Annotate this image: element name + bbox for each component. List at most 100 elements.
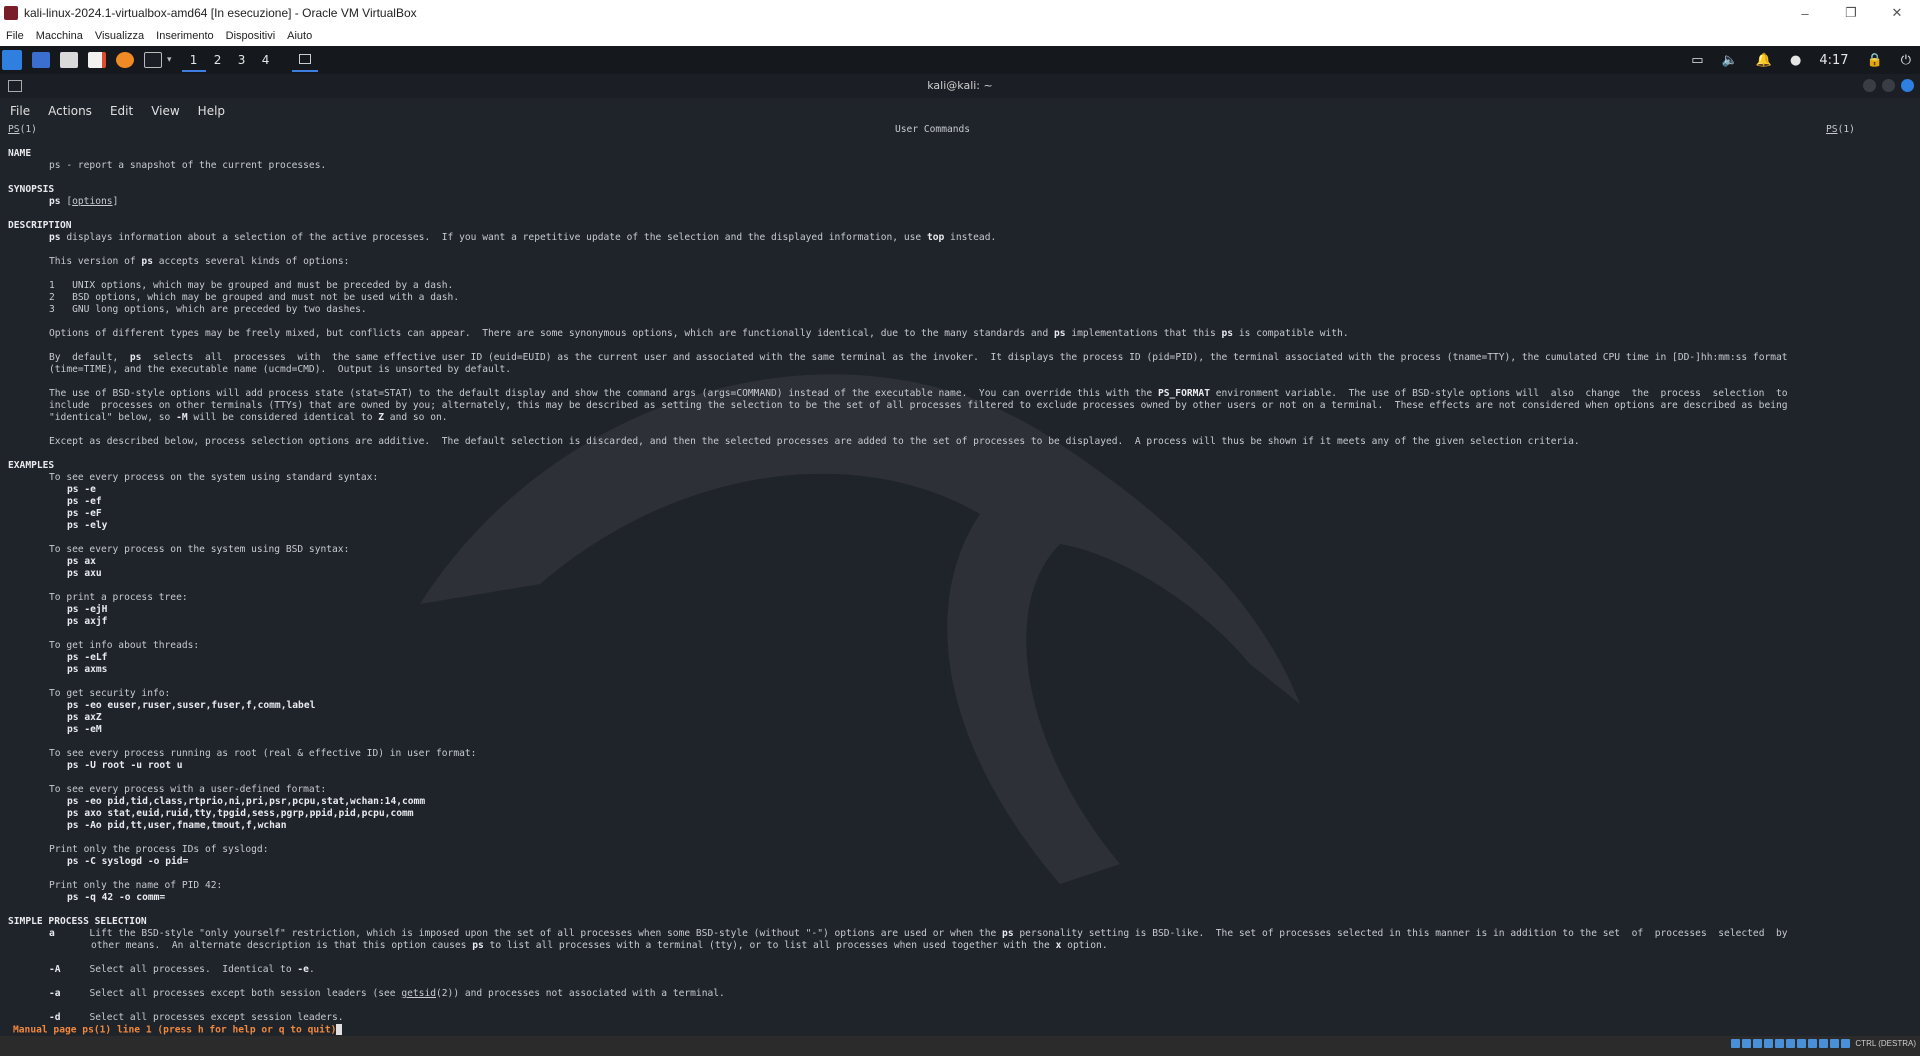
close-button[interactable]: ✕ [1874,0,1920,26]
example-heading-pid42: Print only the name of PID 42: [49,880,223,891]
workspace-2[interactable]: 2 [206,53,230,67]
option-d: -d Select all processes except session l… [49,1012,344,1023]
display-icon[interactable]: ▭ [1691,53,1703,68]
term-menu-edit[interactable]: Edit [100,104,141,118]
mouse-integration-icon[interactable] [1830,1039,1840,1048]
description-para-6: Except as described below, process selec… [49,436,1580,447]
example-heading-syslogd: Print only the process IDs of syslogd: [49,844,269,855]
vb-menu-view[interactable]: Visualizza [89,30,150,42]
option-kind-3: 3 GNU long options, which are preceded b… [49,304,367,315]
terminal-icon[interactable] [144,52,162,68]
example-cmd: ps axZ [67,712,102,723]
example-heading-root: To see every process running as root (re… [49,748,477,759]
pager-status-text: Manual page ps(1) line 1 (press h for he… [13,1024,337,1036]
terminal-title: kali@kali: ~ [927,79,993,92]
man-header-left: PS(1) [8,124,37,136]
virtualbox-title-bar: kali-linux-2024.1-virtualbox-amd64 [In e… [0,0,1920,26]
terminal-window-icon [298,54,311,64]
host-status-bar: CTRL (DESTRA) [0,1036,1920,1056]
example-cmd: ps -Ao pid,tt,user,fname,tmout,f,wchan [67,820,287,831]
vb-menu-file[interactable]: File [0,30,30,42]
cpu-icon[interactable] [1819,1039,1829,1048]
option-kind-1: 1 UNIX options, which may be grouped and… [49,280,454,291]
clock[interactable]: 4:17 [1819,53,1848,68]
lock-icon[interactable]: 🔒 [1867,53,1883,68]
description-para-5c: "identical" below, so -M will be conside… [49,412,448,423]
virtualbox-status-icons: CTRL (DESTRA) [1730,1039,1916,1048]
hdd-icon[interactable] [1731,1039,1741,1048]
example-cmd: ps ax [67,556,96,567]
workspace-4[interactable]: 4 [254,53,278,67]
pager-status-line: Manual page ps(1) line 1 (press h for he… [13,1024,343,1036]
term-menu-help[interactable]: Help [188,104,233,118]
volume-icon[interactable]: 🔈 [1722,53,1738,68]
name-text: ps - report a snapshot of the current pr… [49,160,327,171]
man-header-left-name[interactable]: PS [8,124,20,135]
recording-icon[interactable] [1808,1039,1818,1048]
example-cmd: ps -eM [67,724,102,735]
example-cmd: ps -q 42 -o comm= [67,892,166,903]
text-cursor [336,1024,343,1035]
terminal-output[interactable]: PS(1) User Commands PS(1) NAME ps - repo… [0,124,1920,1036]
example-cmd: ps -eo pid,tid,class,rtprio,ni,pri,psr,p… [67,796,426,807]
example-cmd: ps -e [67,484,96,495]
man-header-right-name[interactable]: PS [1826,124,1838,135]
kali-dragon-watermark [420,374,1300,884]
description-para-4a: By default, ps selects all processes wit… [49,352,1788,363]
example-cmd: ps axjf [67,616,108,627]
power-status-icon[interactable]: ● [1790,53,1801,68]
example-cmd: ps -ely [67,520,108,531]
description-para-1: ps displays information about a selectio… [49,232,997,243]
close-dot-button[interactable] [1901,79,1914,92]
vb-menu-input[interactable]: Inserimento [150,30,219,42]
man-header-left-section: (1) [19,124,37,135]
kali-top-panel: ▾ 1 2 3 4 ▭ 🔈 🔔 ● 4:17 🔒 ⏻ [0,46,1920,74]
term-menu-actions[interactable]: Actions [38,104,100,118]
notification-bell-icon[interactable]: 🔔 [1756,53,1772,68]
keyboard-icon[interactable] [1841,1039,1851,1048]
optical-drive-icon[interactable] [1742,1039,1752,1048]
chevron-down-icon[interactable]: ▾ [167,55,172,65]
minimize-button[interactable]: – [1782,0,1828,26]
example-heading-bsd: To see every process on the system using… [49,544,350,555]
synopsis-text: ps [options] [49,196,119,207]
taskbar-terminal-button[interactable] [291,48,318,72]
example-heading-standard: To see every process on the system using… [49,472,379,483]
description-para-3: Options of different types may be freely… [49,328,1349,339]
desktop-icon[interactable] [32,52,50,68]
usb-icon[interactable] [1775,1039,1785,1048]
workspace-3[interactable]: 3 [230,53,254,67]
shared-folders-icon[interactable] [1786,1039,1796,1048]
example-heading-format: To see every process with a user-defined… [49,784,327,795]
network-icon[interactable] [1764,1039,1774,1048]
example-cmd: ps -ef [67,496,102,507]
window-controls: – ❐ ✕ [1782,0,1920,26]
logout-icon[interactable]: ⏻ [1901,53,1911,68]
restore-button[interactable]: ❐ [1828,0,1874,26]
vb-menu-devices[interactable]: Dispositivi [220,30,282,42]
term-menu-file[interactable]: File [0,104,38,118]
maximize-dot-button[interactable] [1882,79,1895,92]
option-a-2: other means. An alternate description is… [91,940,1108,951]
host-key-label: CTRL (DESTRA) [1855,1039,1916,1048]
editor-icon[interactable] [88,52,106,68]
vb-menu-machine[interactable]: Macchina [30,30,89,42]
kali-menu-icon[interactable] [2,50,22,70]
example-cmd: ps -U root -u root u [67,760,183,771]
vb-menu-help[interactable]: Aiuto [281,30,318,42]
section-examples: EXAMPLES [8,460,55,471]
example-heading-security: To get security info: [49,688,171,699]
firefox-icon[interactable] [116,52,134,68]
example-cmd: ps -C syslogd -o pid= [67,856,189,867]
minimize-dot-button[interactable] [1863,79,1876,92]
section-name: NAME [8,148,32,159]
virtualbox-menu-bar: File Macchina Visualizza Inserimento Dis… [0,26,1920,46]
description-para-5a: The use of BSD-style options will add pr… [49,388,1788,399]
display-status-icon[interactable] [1797,1039,1807,1048]
audio-icon[interactable] [1753,1039,1763,1048]
workspace-1[interactable]: 1 [181,48,206,72]
files-icon[interactable] [60,52,78,68]
term-menu-view[interactable]: View [141,104,187,118]
option-a-1: a Lift the BSD-style "only yourself" res… [49,928,1788,939]
example-cmd: ps axu [67,568,102,579]
